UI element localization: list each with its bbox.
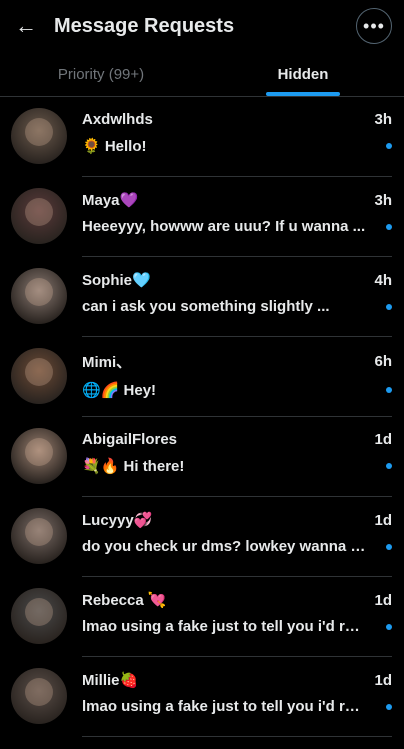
sender-name: Sophie🩵 (82, 272, 151, 289)
header: ← Message Requests ••• (0, 0, 404, 52)
timestamp: 6h (374, 353, 392, 370)
back-arrow-icon[interactable]: ← (4, 4, 48, 48)
message-meta: Sophie🩵 4h can i ask you something sligh… (82, 257, 392, 315)
page-title: Message Requests (54, 14, 235, 37)
avatar[interactable] (11, 428, 67, 484)
message-header: Mimi、 6h (82, 351, 392, 372)
message-meta: AbigailFlores 1d 💐🔥 Hi there! (82, 417, 392, 475)
sender-name: Maya💜 (82, 192, 139, 209)
timestamp: 1d (374, 511, 392, 529)
sender-name: Mimi、 (82, 354, 132, 371)
message-request-row[interactable]: Maya💜 3h Heeeyyy, howww are uuu? If u wa… (0, 177, 404, 257)
message-body: Heeeyyy, howww are uuu? If u wanna ... (82, 218, 392, 235)
timestamp: 1d (374, 431, 392, 448)
message-request-row[interactable]: Rebecca 💘 1d lmao using a fake just to t… (0, 577, 404, 657)
message-request-row[interactable]: Axdwlhds 3h 🌻 Hello! (0, 97, 404, 177)
tab-hidden[interactable]: Hidden (202, 52, 404, 96)
message-header: Rebecca 💘 1d (82, 591, 392, 610)
message-header: AbigailFlores 1d (82, 431, 392, 448)
message-request-row[interactable]: Lucyyy💞 1d do you check ur dms? lowkey w… (0, 497, 404, 577)
message-request-row[interactable]: Mimi、 6h 🌐🌈 Hey! (0, 337, 404, 417)
sender-name: Lucyyy💞 (82, 512, 153, 529)
row-divider (82, 736, 392, 737)
message-preview: 🌻 Hello! (82, 138, 147, 155)
message-header: Axdwlhds 3h (82, 111, 392, 128)
tab-bar: Priority (99+) Hidden (0, 52, 404, 97)
avatar[interactable] (11, 188, 67, 244)
sender-name: Rebecca 💘 (82, 592, 167, 609)
message-meta: Millie🍓 1d lmao using a fake just to tel… (82, 657, 392, 715)
timestamp: 3h (374, 191, 392, 209)
message-request-row[interactable]: Sophie🩵 4h can i ask you something sligh… (0, 257, 404, 337)
message-meta: Axdwlhds 3h 🌻 Hello! (82, 97, 392, 155)
active-tab-indicator (266, 92, 340, 96)
message-request-row[interactable]: Millie🍓 1d lmao using a fake just to tel… (0, 657, 404, 737)
unread-dot-icon (386, 387, 392, 393)
message-meta: Rebecca 💘 1d lmao using a fake just to t… (82, 577, 392, 635)
message-preview: 🌐🌈 Hey! (82, 382, 157, 399)
sender-name: AbigailFlores (82, 431, 178, 448)
message-meta: Lucyyy💞 1d do you check ur dms? lowkey w… (82, 497, 392, 555)
timestamp: 3h (374, 111, 392, 128)
message-body: 🌻 Hello! (82, 137, 392, 155)
message-header: Lucyyy💞 1d (82, 511, 392, 530)
unread-dot-icon (386, 703, 392, 710)
avatar[interactable] (11, 108, 67, 164)
message-body: lmao using a fake just to tell you i'd r… (82, 618, 392, 635)
unread-dot-icon (386, 303, 392, 310)
message-body: can i ask you something slightly ... (82, 298, 392, 315)
unread-dot-icon (386, 623, 392, 630)
tab-hidden-label: Hidden (277, 65, 329, 83)
message-preview: 💐🔥 Hi there! (82, 458, 185, 475)
tab-priority-label: Priority (99+) (57, 65, 145, 83)
message-preview: do you check ur dms? lowkey wanna ta... (82, 538, 367, 555)
message-preview: can i ask you something slightly ... (82, 298, 330, 315)
timestamp: 1d (374, 591, 392, 609)
unread-dot-icon (386, 463, 392, 469)
unread-dot-icon (386, 543, 392, 550)
message-meta: Maya💜 3h Heeeyyy, howww are uuu? If u wa… (82, 177, 392, 235)
message-body: 🌐🌈 Hey! (82, 381, 392, 399)
avatar[interactable] (11, 508, 67, 564)
more-options-icon[interactable]: ••• (356, 8, 392, 44)
message-body: do you check ur dms? lowkey wanna ta... (82, 538, 392, 555)
timestamp: 4h (374, 271, 392, 289)
message-preview: lmao using a fake just to tell you i'd r… (82, 698, 367, 715)
avatar[interactable] (11, 348, 67, 404)
tab-priority[interactable]: Priority (99+) (0, 52, 202, 96)
unread-dot-icon (386, 143, 392, 149)
message-header: Millie🍓 1d (82, 671, 392, 690)
avatar[interactable] (11, 668, 67, 724)
message-request-row[interactable]: AbigailFlores 1d 💐🔥 Hi there! (0, 417, 404, 497)
message-body: 💐🔥 Hi there! (82, 457, 392, 475)
unread-dot-icon (386, 223, 392, 230)
message-header: Sophie🩵 4h (82, 271, 392, 290)
timestamp: 1d (374, 671, 392, 689)
sender-name: Millie🍓 (82, 672, 139, 689)
message-header: Maya💜 3h (82, 191, 392, 210)
message-list: Axdwlhds 3h 🌻 Hello! Maya💜 3h Heeeyyy, h… (0, 97, 404, 737)
message-meta: Mimi、 6h 🌐🌈 Hey! (82, 337, 392, 399)
message-preview: lmao using a fake just to tell you i'd r… (82, 618, 367, 635)
message-body: lmao using a fake just to tell you i'd r… (82, 698, 392, 715)
avatar[interactable] (11, 588, 67, 644)
sender-name: Axdwlhds (82, 111, 153, 128)
avatar[interactable] (11, 268, 67, 324)
message-preview: Heeeyyy, howww are uuu? If u wanna ... (82, 218, 366, 235)
